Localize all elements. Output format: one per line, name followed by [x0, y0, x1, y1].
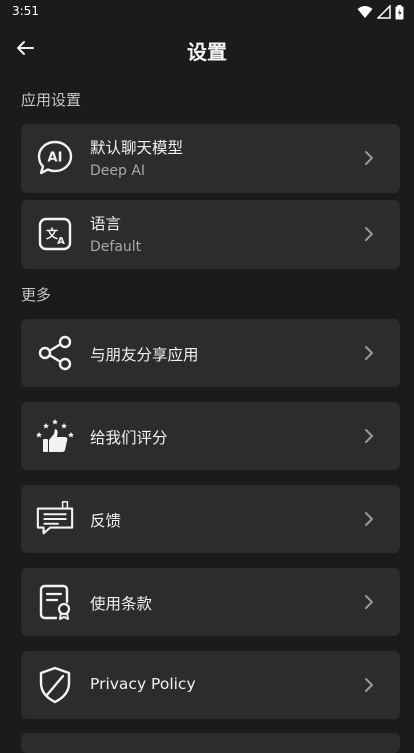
app-bar: 设置: [0, 24, 414, 72]
rate-us-title: 给我们评分: [90, 429, 168, 447]
svg-text:A: A: [57, 236, 65, 247]
svg-text:AI: AI: [48, 151, 63, 166]
chevron-right-icon: [362, 426, 376, 446]
chevron-right-icon: [362, 148, 376, 168]
settings-item-feedback[interactable]: 反馈: [21, 485, 400, 553]
language-value: Default: [90, 239, 142, 255]
default-chat-model-value: Deep AI: [90, 163, 146, 179]
status-time: 3:51: [12, 4, 39, 18]
terms-of-use-title: 使用条款: [90, 595, 153, 613]
translate-icon: 文 A: [35, 214, 75, 254]
cellular-signal-icon: [377, 5, 391, 19]
language-title: 语言: [90, 215, 122, 233]
battery-icon: [395, 4, 404, 19]
terms-document-icon: [35, 582, 75, 622]
feedback-title: 反馈: [90, 512, 122, 530]
section-header-more: 更多: [21, 286, 52, 304]
privacy-policy-title: Privacy Policy: [90, 675, 196, 693]
page-title: 设置: [187, 40, 227, 64]
status-bar: 3:51: [0, 0, 414, 24]
chevron-right-icon: [362, 509, 376, 529]
settings-item-default-chat-model[interactable]: AI 默认聊天模型 Deep AI: [21, 124, 400, 193]
chevron-right-icon: [362, 224, 376, 244]
settings-item-terms-of-use[interactable]: 使用条款: [21, 568, 400, 636]
privacy-shield-icon: [35, 665, 75, 705]
chevron-right-icon: [362, 343, 376, 363]
share-app-title: 与朋友分享应用: [90, 346, 199, 364]
settings-item-privacy-policy[interactable]: Privacy Policy: [21, 651, 400, 719]
rate-thumbs-up-icon: [35, 416, 75, 456]
settings-item-share-app[interactable]: 与朋友分享应用: [21, 319, 400, 387]
status-icons: [357, 4, 404, 20]
chevron-right-icon: [362, 592, 376, 612]
ai-chat-icon: AI: [35, 138, 75, 178]
chevron-right-icon: [362, 675, 376, 695]
section-header-app-settings: 应用设置: [21, 91, 82, 109]
settings-item-language[interactable]: 文 A 语言 Default: [21, 200, 400, 269]
default-chat-model-title: 默认聊天模型: [90, 139, 184, 157]
settings-item-partial[interactable]: [21, 733, 400, 753]
share-icon: [35, 333, 75, 373]
settings-item-rate-us[interactable]: 给我们评分: [21, 402, 400, 470]
wifi-icon: [357, 6, 373, 18]
feedback-icon: [35, 499, 75, 539]
